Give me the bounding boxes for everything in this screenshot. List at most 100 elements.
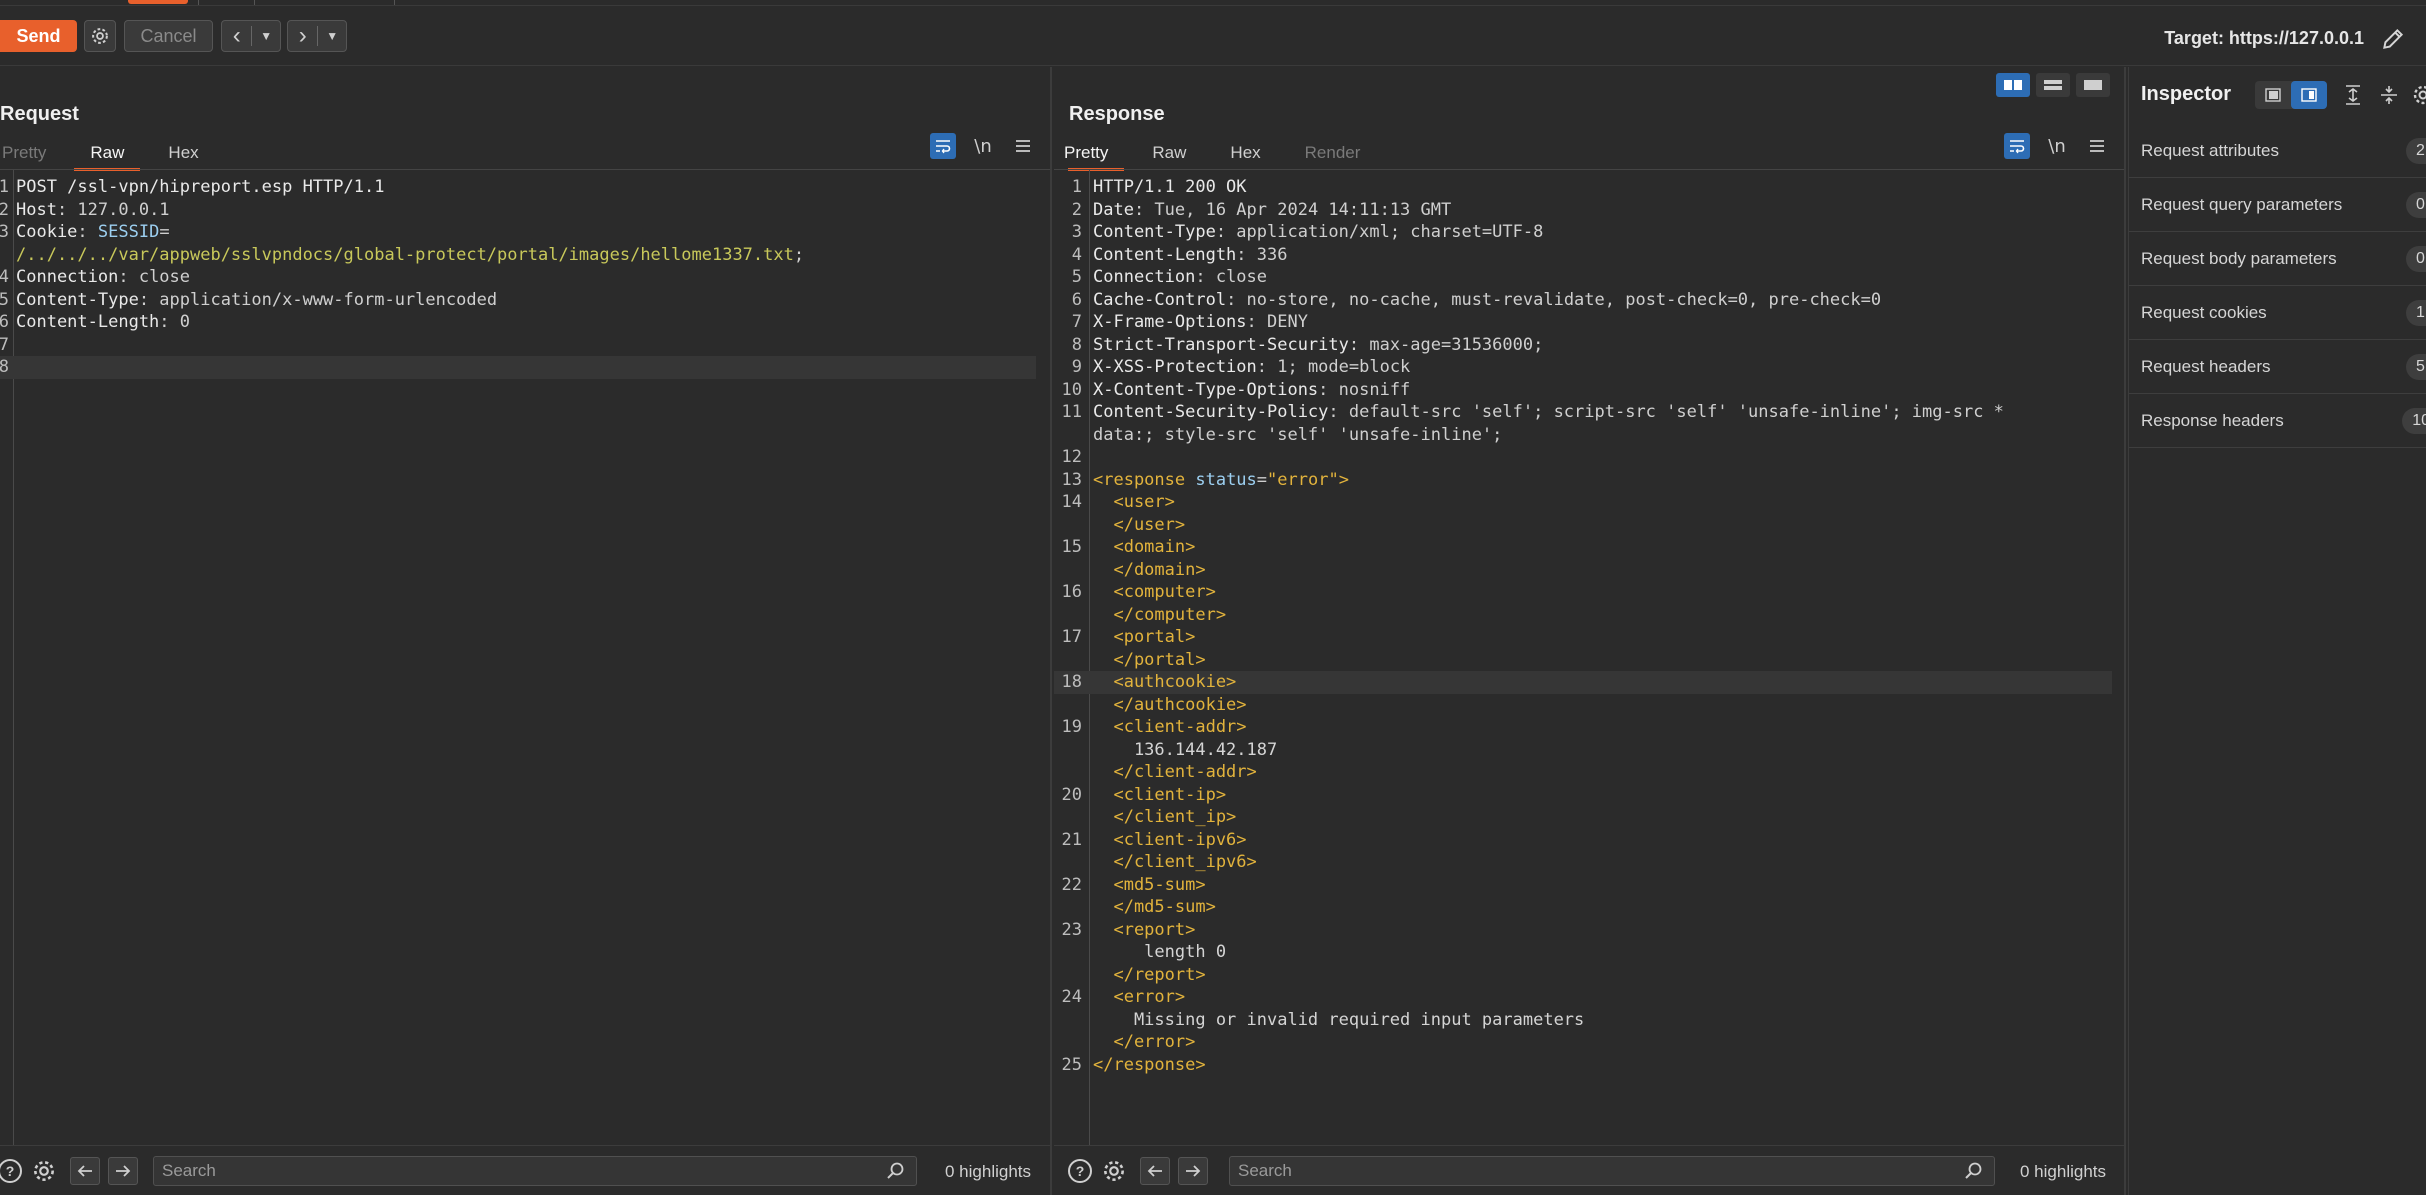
response-code-line[interactable]: 1 HTTP/1.1 200 OK — [1054, 176, 2124, 199]
inspector-layout-panel-button[interactable] — [2291, 81, 2327, 109]
response-search-input[interactable] — [1229, 1156, 1995, 1186]
response-code-line[interactable]: 14 <user> — [1054, 491, 2124, 514]
response-code-line[interactable]: 12 — [1054, 446, 2124, 469]
request-tab-hex[interactable]: Hex — [146, 139, 220, 169]
layout-stacked-button[interactable] — [2036, 73, 2070, 97]
response-code-line[interactable]: 10 X-Content-Type-Options: nosniff — [1054, 379, 2124, 402]
caret-down-icon[interactable]: ▼ — [318, 29, 346, 43]
gear-icon[interactable] — [30, 1157, 58, 1185]
search-next-button[interactable] — [1178, 1157, 1208, 1185]
request-code-line[interactable]: /../../../var/appweb/sslvpndocs/global-p… — [0, 244, 1050, 267]
inspector-layout-list-button[interactable] — [2255, 81, 2291, 109]
response-code-line[interactable]: 5 Connection: close — [1054, 266, 2124, 289]
response-code-line[interactable]: 24 <error> — [1054, 986, 2124, 1009]
response-tab-raw[interactable]: Raw — [1130, 139, 1208, 169]
inspector-row-request-cookies[interactable]: Request cookies 1 — [2129, 286, 2426, 340]
inspector-row-request-attributes[interactable]: Request attributes 2 — [2129, 124, 2426, 178]
response-code-line[interactable]: 11 Content-Security-Policy: default-src '… — [1054, 401, 2124, 424]
history-back-button[interactable]: ‹ ▼ — [221, 20, 281, 52]
response-code-line[interactable]: 2 Date: Tue, 16 Apr 2024 14:11:13 GMT — [1054, 199, 2124, 222]
gear-icon[interactable] — [1100, 1157, 1128, 1185]
request-code-line[interactable]: 3 Cookie: SESSID= — [0, 221, 1050, 244]
cancel-button[interactable]: Cancel — [124, 20, 213, 52]
request-code-line[interactable]: 4 Connection: close — [0, 266, 1050, 289]
response-code-line[interactable]: </authcookie> — [1054, 694, 2124, 717]
word-wrap-icon[interactable] — [2004, 133, 2030, 159]
response-code-line[interactable]: 136.144.42.187 — [1054, 739, 2124, 762]
help-icon[interactable]: ? — [1066, 1157, 1094, 1185]
word-wrap-icon[interactable] — [930, 133, 956, 159]
response-code-line[interactable]: data:; style-src 'self' 'unsafe-inline'; — [1054, 424, 2124, 447]
response-code-line[interactable]: 25 </response> — [1054, 1054, 2124, 1077]
newline-toggle-icon[interactable]: \n — [970, 133, 996, 159]
search-previous-button[interactable] — [1140, 1157, 1170, 1185]
response-tab-hex[interactable]: Hex — [1208, 139, 1282, 169]
search-previous-button[interactable] — [70, 1157, 100, 1185]
request-code-line[interactable]: 7 — [0, 334, 1050, 357]
gear-icon[interactable] — [2409, 81, 2426, 109]
request-tab-pretty[interactable]: Pretty — [0, 139, 68, 169]
request-code-line[interactable]: 2 Host: 127.0.0.1 — [0, 199, 1050, 222]
response-code-line[interactable]: </client-addr> — [1054, 761, 2124, 784]
response-code-line[interactable]: 7 X-Frame-Options: DENY — [1054, 311, 2124, 334]
response-code-line[interactable]: 8 Strict-Transport-Security: max-age=3153… — [1054, 334, 2124, 357]
newline-toggle-icon[interactable]: \n — [2044, 133, 2070, 159]
response-code-line[interactable]: </computer> — [1054, 604, 2124, 627]
response-code-line[interactable]: 18 <authcookie> — [1054, 671, 2112, 694]
response-code-line[interactable]: length 0 — [1054, 941, 2124, 964]
request-editor[interactable]: 1 POST /ssl-vpn/hipreport.esp HTTP/1.1 2 Ho… — [0, 170, 1050, 1145]
help-icon[interactable]: ? — [0, 1157, 24, 1185]
collapse-all-icon[interactable] — [2375, 81, 2403, 109]
response-code-line[interactable]: 15 <domain> — [1054, 536, 2124, 559]
hamburger-menu-icon[interactable] — [1010, 133, 1036, 159]
history-forward-button[interactable]: › ▼ — [287, 20, 347, 52]
response-code-line[interactable]: 22 <md5-sum> — [1054, 874, 2124, 897]
magnifier-icon[interactable] — [1964, 1161, 1984, 1181]
response-code-line[interactable]: </client_ip> — [1054, 806, 2124, 829]
response-code-line[interactable]: 21 <client-ipv6> — [1054, 829, 2124, 852]
response-code-line[interactable]: 3 Content-Type: application/xml; charset=… — [1054, 221, 2124, 244]
inspector-row-request-query-parameters[interactable]: Request query parameters 0 — [2129, 178, 2426, 232]
magnifier-icon[interactable] — [886, 1161, 906, 1181]
response-code-line[interactable]: 16 <computer> — [1054, 581, 2124, 604]
caret-down-icon[interactable]: ▼ — [252, 29, 280, 43]
target-label[interactable]: Target: https://127.0.0.1 — [2164, 28, 2364, 49]
inspector-row-request-body-parameters[interactable]: Request body parameters 0 — [2129, 232, 2426, 286]
inspector-row-response-headers[interactable]: Response headers 10 — [2129, 394, 2426, 448]
response-code-line[interactable]: 23 <report> — [1054, 919, 2124, 942]
response-code-line[interactable]: </user> — [1054, 514, 2124, 537]
layout-side-by-side-button[interactable] — [1996, 73, 2030, 97]
response-code-line[interactable]: </error> — [1054, 1031, 2124, 1054]
response-tab-pretty[interactable]: Pretty — [1062, 139, 1130, 171]
response-code-line[interactable]: 6 Cache-Control: no-store, no-cache, must… — [1054, 289, 2124, 312]
response-code-line[interactable]: </client_ipv6> — [1054, 851, 2124, 874]
response-editor[interactable]: 1 HTTP/1.1 200 OK 2 Date: Tue, 16 Apr 2024 … — [1054, 170, 2124, 1145]
search-next-button[interactable] — [108, 1157, 138, 1185]
response-tab-render[interactable]: Render — [1283, 139, 1383, 169]
edit-target-pencil-icon[interactable] — [2380, 26, 2406, 52]
response-code-line[interactable]: Missing or invalid required input parame… — [1054, 1009, 2124, 1032]
request-search-input[interactable] — [153, 1156, 917, 1186]
request-code-line[interactable]: 5 Content-Type: application/x-www-form-ur… — [0, 289, 1050, 312]
request-tab-raw[interactable]: Raw — [68, 139, 146, 171]
response-code-line[interactable]: 4 Content-Length: 336 — [1054, 244, 2124, 267]
request-code-line[interactable]: 1 POST /ssl-vpn/hipreport.esp HTTP/1.1 — [0, 176, 1050, 199]
response-code-line[interactable]: 17 <portal> — [1054, 626, 2124, 649]
layout-tabs-button[interactable] — [2076, 73, 2110, 97]
send-button[interactable]: Send — [0, 20, 77, 52]
expand-all-icon[interactable] — [2339, 81, 2367, 109]
response-code-line[interactable]: 19 <client-addr> — [1054, 716, 2124, 739]
response-code-line[interactable]: 20 <client-ip> — [1054, 784, 2124, 807]
request-code-line[interactable]: 6 Content-Length: 0 — [0, 311, 1050, 334]
active-repeater-tab-indicator[interactable] — [128, 0, 188, 4]
send-settings-button[interactable] — [84, 20, 116, 52]
hamburger-menu-icon[interactable] — [2084, 133, 2110, 159]
response-code-line[interactable]: </portal> — [1054, 649, 2124, 672]
request-code-line[interactable]: 8 — [0, 356, 1036, 379]
response-code-line[interactable]: </domain> — [1054, 559, 2124, 582]
response-code-line[interactable]: 13 <response status="error"> — [1054, 469, 2124, 492]
response-code-line[interactable]: </md5-sum> — [1054, 896, 2124, 919]
inspector-row-request-headers[interactable]: Request headers 5 — [2129, 340, 2426, 394]
response-code-line[interactable]: </report> — [1054, 964, 2124, 987]
response-code-line[interactable]: 9 X-XSS-Protection: 1; mode=block — [1054, 356, 2124, 379]
